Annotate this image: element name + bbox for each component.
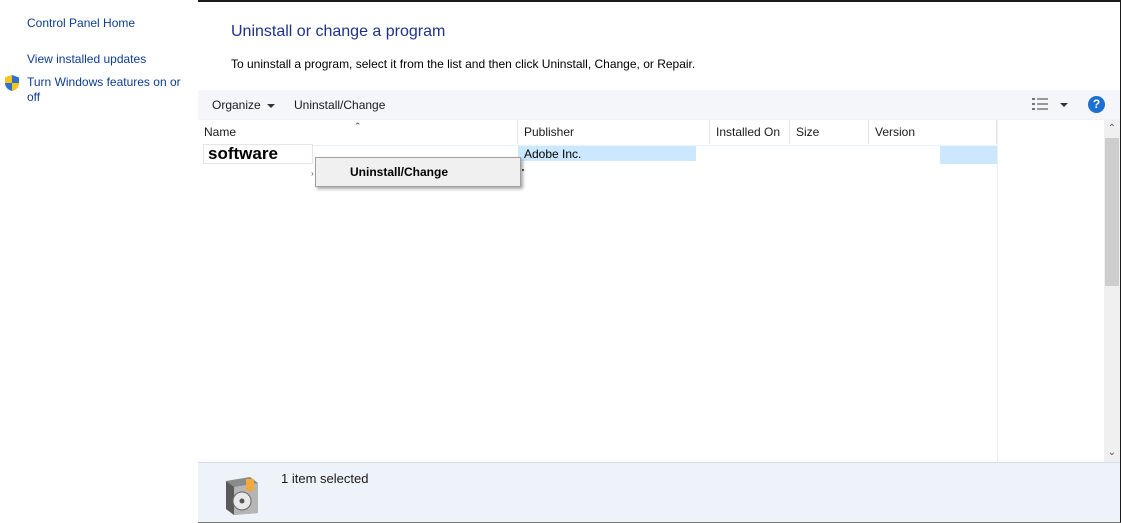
- selected-row-highlight-end[interactable]: [940, 146, 997, 164]
- column-header-publisher[interactable]: Publisher: [518, 120, 710, 144]
- organize-label: Organize: [212, 98, 261, 112]
- page-title: Uninstall or change a program: [231, 23, 446, 40]
- scroll-up-arrow-icon[interactable]: ⌃: [1104, 122, 1120, 136]
- column-header-size[interactable]: Size: [790, 120, 869, 144]
- uac-shield-icon: [5, 75, 19, 91]
- scroll-down-arrow-icon[interactable]: ⌄: [1104, 446, 1120, 460]
- stray-mark: ›: [311, 169, 314, 178]
- column-divider: [997, 120, 998, 462]
- context-menu: Uninstall/Change: [315, 157, 521, 187]
- view-installed-updates-link[interactable]: View installed updates: [27, 52, 146, 67]
- scrollbar-thumb[interactable]: [1105, 138, 1119, 286]
- installer-box-icon: [226, 477, 258, 515]
- stray-dot: [522, 169, 524, 171]
- windows-features-link[interactable]: Turn Windows features on or off: [27, 75, 192, 105]
- context-menu-uninstall-change[interactable]: Uninstall/Change: [350, 165, 448, 179]
- left-navigation-pane: Control Panel Home View installed update…: [0, 0, 198, 523]
- command-toolbar: Organize Uninstall/Change ?: [198, 90, 1120, 120]
- help-icon[interactable]: ?: [1088, 96, 1105, 113]
- column-header-version[interactable]: Version: [869, 120, 997, 144]
- page-instructions: To uninstall a program, select it from t…: [231, 57, 696, 71]
- selection-status-text: 1 item selected: [281, 471, 369, 486]
- view-options-icon[interactable]: [1032, 98, 1048, 110]
- selected-program-publisher[interactable]: Adobe Inc.: [524, 147, 581, 161]
- organize-chevron-down-icon: [266, 103, 275, 108]
- view-options-chevron-down-icon[interactable]: [1060, 103, 1068, 107]
- selected-program-name[interactable]: software: [203, 144, 313, 164]
- organize-button[interactable]: Organize: [212, 98, 275, 112]
- column-header-installed-on[interactable]: Installed On: [710, 120, 790, 144]
- vertical-scrollbar[interactable]: ⌃ ⌄: [1104, 120, 1120, 462]
- details-pane: 1 item selected: [198, 462, 1120, 522]
- control-panel-home-link[interactable]: Control Panel Home: [27, 16, 135, 31]
- uninstall-change-button[interactable]: Uninstall/Change: [294, 98, 385, 112]
- sort-ascending-icon: ⌃: [354, 121, 362, 131]
